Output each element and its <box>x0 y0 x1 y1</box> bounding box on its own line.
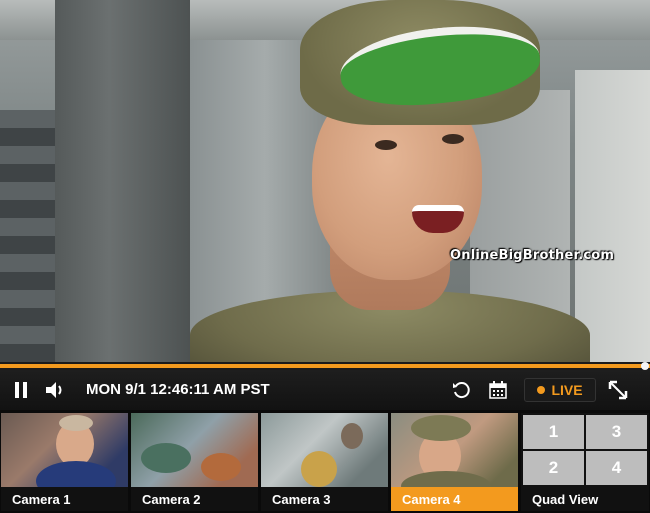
calendar-icon[interactable] <box>487 378 509 402</box>
quad-cell: 1 <box>523 415 584 449</box>
video-background <box>0 110 58 362</box>
player-controls: MON 9/1 12:46:11 AM PST LIVE <box>0 370 650 410</box>
houseguest-figure <box>190 0 590 362</box>
camera-3-tile[interactable]: Camera 3 <box>261 413 388 511</box>
pause-icon[interactable] <box>12 378 30 402</box>
progress-bar[interactable] <box>0 362 650 370</box>
camera-3-thumbnail <box>261 413 388 487</box>
live-label: LIVE <box>551 382 583 398</box>
watermark: OnlineBigBrother.com <box>450 248 615 263</box>
quad-view-tile[interactable]: 1 3 2 4 Quad View <box>521 413 649 511</box>
stream-timestamp: MON 9/1 12:46:11 AM PST <box>86 381 270 398</box>
camera-3-label: Camera 3 <box>261 487 388 511</box>
camera-1-label: Camera 1 <box>1 487 128 511</box>
eye <box>442 134 464 144</box>
rewind-icon[interactable] <box>450 378 472 402</box>
camera-4-tile[interactable]: Camera 4 <box>391 413 518 511</box>
quad-cell: 4 <box>586 451 647 485</box>
main-video-feed[interactable]: OnlineBigBrother.com <box>0 0 650 362</box>
quad-cell: 3 <box>586 415 647 449</box>
volume-icon[interactable] <box>42 378 68 402</box>
progress-fill <box>0 364 650 368</box>
camera-2-label: Camera 2 <box>131 487 258 511</box>
progress-knob[interactable] <box>641 362 649 370</box>
camera-4-thumbnail <box>391 413 518 501</box>
camera-selector: Camera 1 Camera 2 Camera 3 Camera 4 1 3 … <box>0 410 650 513</box>
camera-1-tile[interactable]: Camera 1 <box>1 413 128 511</box>
live-button[interactable]: LIVE <box>524 378 596 402</box>
video-background <box>55 0 190 362</box>
camera-1-thumbnail <box>1 413 128 501</box>
fullscreen-icon[interactable] <box>606 378 630 402</box>
quad-view-label: Quad View <box>532 492 599 507</box>
eye <box>375 140 397 150</box>
camera-2-thumbnail <box>131 413 258 487</box>
live-indicator-icon <box>537 386 546 394</box>
camera-2-tile[interactable]: Camera 2 <box>131 413 258 511</box>
camera-4-label: Camera 4 <box>391 487 518 511</box>
quad-cell: 2 <box>523 451 584 485</box>
quad-view-grid: 1 3 2 4 <box>523 415 647 485</box>
